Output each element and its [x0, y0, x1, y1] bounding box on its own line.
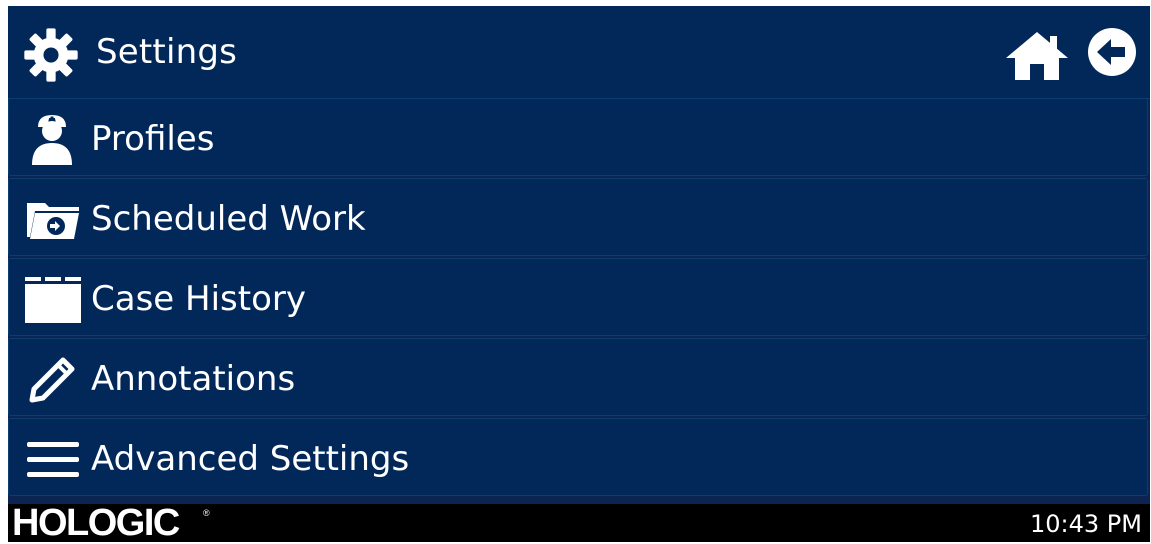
home-icon[interactable]	[1004, 30, 1070, 82]
status-bar: HOLOGIC ® 10:43 PM	[8, 502, 1150, 544]
user-profile-icon	[32, 115, 72, 165]
folder-icon	[25, 277, 81, 323]
page-title: Settings	[96, 32, 238, 72]
menu-item-label: Case History	[91, 279, 306, 319]
clock: 10:43 PM	[1030, 510, 1142, 538]
hamburger-menu-icon	[27, 442, 79, 477]
menu-item-label: Annotations	[91, 359, 296, 399]
scheduled-folder-icon	[27, 203, 79, 239]
menu-item-profiles[interactable]: Profiles	[8, 98, 1148, 176]
menu-item-label: Scheduled Work	[91, 199, 366, 239]
back-arrow-icon[interactable]	[1087, 27, 1137, 77]
gear-icon	[24, 28, 78, 82]
hologic-logo: HOLOGIC	[12, 502, 180, 544]
menu-item-label: Advanced Settings	[91, 439, 410, 479]
registered-mark: ®	[203, 508, 210, 518]
menu-item-advanced-settings[interactable]: Advanced Settings	[8, 418, 1148, 496]
header-bar: Settings	[8, 6, 1150, 99]
menu-item-scheduled-work[interactable]: Scheduled Work	[8, 178, 1148, 256]
pencil-icon	[29, 357, 75, 403]
menu-item-annotations[interactable]: Annotations	[8, 338, 1148, 416]
menu-item-case-history[interactable]: Case History	[8, 258, 1148, 336]
settings-screen: Settings Profiles Scheduled Work Case Hi…	[8, 6, 1150, 544]
menu-item-label: Profiles	[91, 119, 215, 159]
